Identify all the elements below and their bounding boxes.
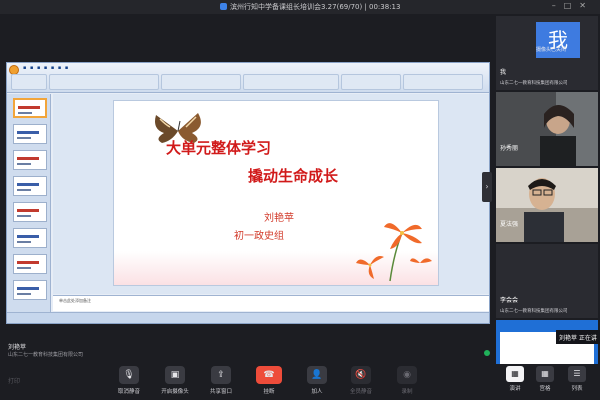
shield-icon [220,3,227,10]
chevron-right-icon: › [485,182,489,191]
hangup-icon: ☎ [256,366,282,384]
speaker-view-icon: ▦ [506,366,524,382]
camera-off-label: 摄像头已关闭 [536,47,567,53]
ribbon-group [161,74,241,90]
ppt-status-bar [7,312,489,323]
slide-thumbnail [13,176,47,196]
unmute-button[interactable]: 🎙 取消静音 [106,366,152,395]
participant-name: 李会会 [500,297,519,304]
ppt-ribbon: ▪ ▪ ▪ ▪ ▪ ▪ ▪ [7,63,489,93]
speaker-name: 刘艳苹 [8,344,27,351]
grid-view-button[interactable]: ▦ 宫格 [530,366,560,392]
slide-thumbnail [13,150,47,170]
slide-thumbnail [13,254,47,274]
record-icon: ◉ [397,366,417,384]
lily-flower-icon [356,223,432,282]
minimize-icon[interactable]: – [552,1,564,10]
maximize-icon[interactable]: □ [564,1,580,10]
mute-all-button[interactable]: 🔇 全员静音 [338,366,384,395]
ribbon-group [403,74,483,90]
list-view-icon: ☰ [568,366,586,382]
start-camera-button[interactable]: ▣ 开启摄像头 [152,366,198,395]
slide-thumbnail [13,228,47,248]
share-window-button[interactable]: ⇪ 共享窗口 [198,366,244,395]
slide-group-name: 初一政史组 [234,231,284,242]
meeting-title: 滨州行知中学备课组长培训会3.27(69/70) | 00:38:13 [220,2,400,12]
hangup-button[interactable]: ☎ 挂断 [246,366,292,395]
slide-title-line2: 撬动生命成长 [248,167,339,185]
meeting-window: 滨州行知中学备课组长培训会3.27(69/70) | 00:38:13 –□✕ … [0,0,600,400]
speaker-org: 山东二七一教育科技集团有限公司 [8,352,84,358]
slide-presenter-name: 刘艳苹 [264,213,294,224]
slide-thumbnails [7,94,51,312]
participant-tile-me[interactable]: 我 摄像头已关闭 我 山东二七一教育科技集团有限公司 [496,16,598,90]
camera-off-icon: ▣ [165,366,185,384]
participant-org: 山东二七一教育科技集团有限公司 [500,309,568,314]
grid-view-icon: ▦ [536,366,554,382]
slide-thumbnail [13,124,47,144]
collapse-panel-button[interactable]: › [482,172,492,202]
mic-muted-icon: 🎙 [119,366,139,384]
participant-name: 夏法强 [500,221,519,228]
network-status-icon [484,350,490,356]
shared-screen: ▪ ▪ ▪ ▪ ▪ ▪ ▪ 大单元整体学习 撬动生命成长 刘艳苹 初一政史组 单… [6,62,490,324]
participant-tile[interactable]: 夏法强 [496,168,598,242]
bottom-toolbar: 打印 🎙 取消静音 ▣ 开启摄像头 ⇪ 共享窗口 ☎ 挂断 👤 加人 🔇 全员静… [0,364,600,400]
speaking-tooltip: 刘艳苹 正在讲 [556,330,600,344]
participant-name: 孙秀丽 [500,145,519,152]
title-bar: 滨州行知中学备课组长培训会3.27(69/70) | 00:38:13 –□✕ [0,0,600,14]
window-controls: –□✕ [552,1,594,10]
slide-notes[interactable]: 单击此处添加备注 [53,295,489,311]
ribbon-group [243,74,339,90]
add-user-button[interactable]: 👤 加人 [294,366,340,395]
slide-thumbnail [13,280,47,300]
ribbon-group [49,74,159,90]
participant-panel: 我 摄像头已关闭 我 山东二七一教育科技集团有限公司 孙秀丽 夏法强 李会会 山… [494,14,600,372]
video-feed [496,92,598,166]
signal-label: 打印 [8,378,21,385]
speaker-view-button[interactable]: ▦ 演讲 [500,366,530,392]
slide-canvas: 大单元整体学习 撬动生命成长 刘艳苹 初一政史组 [53,94,489,294]
participant-tile[interactable]: 孙秀丽 [496,92,598,166]
close-icon[interactable]: ✕ [579,1,594,10]
add-user-icon: 👤 [307,366,327,384]
mute-all-icon: 🔇 [351,366,371,384]
current-slide: 大单元整体学习 撬动生命成长 刘艳苹 初一政史组 [113,100,439,286]
ribbon-group [341,74,401,90]
video-feed [496,168,598,242]
participant-tile[interactable]: 李会会 山东二七一教育科技集团有限公司 [496,244,598,318]
share-screen-icon: ⇪ [211,366,231,384]
slide-thumbnail [13,98,47,118]
slide-title-line1: 大单元整体学习 [166,139,272,157]
participant-name: 我 [500,69,507,76]
ribbon-group [11,74,47,90]
list-view-button[interactable]: ☰ 列表 [562,366,592,392]
record-button[interactable]: ◉ 录制 [384,366,430,395]
participant-org: 山东二七一教育科技集团有限公司 [500,81,568,86]
ribbon-tabs: ▪ ▪ ▪ ▪ ▪ ▪ ▪ [23,65,70,71]
slide-thumbnail [13,202,47,222]
